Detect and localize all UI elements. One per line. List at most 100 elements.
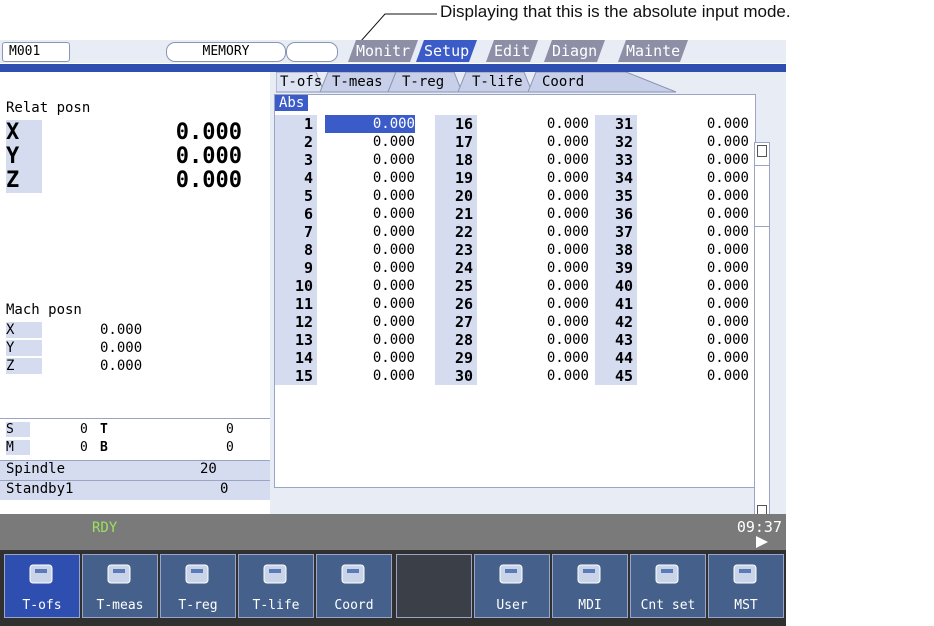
offset-value[interactable]: 0.000 (645, 295, 749, 313)
relat-value-z: 0.000 (175, 168, 242, 193)
offset-value[interactable]: 0.000 (325, 169, 415, 187)
offset-number: 16 (435, 115, 477, 133)
hand-icon (575, 561, 601, 587)
play-icon (756, 536, 768, 548)
s-value: 0 (80, 422, 88, 437)
offset-value[interactable]: 0.000 (645, 169, 749, 187)
softkey-label: T-ofs (22, 598, 62, 613)
offset-number: 38 (595, 241, 637, 259)
softkey-cnt-set[interactable]: Cnt set (630, 554, 706, 618)
offset-value[interactable]: 0.000 (325, 259, 415, 277)
offset-number: 5 (275, 187, 317, 205)
softkey-label: T-reg (178, 598, 218, 613)
scrollbar[interactable] (754, 142, 770, 520)
offset-number: 3 (275, 151, 317, 169)
offset-value[interactable]: 0.000 (485, 331, 589, 349)
offset-value[interactable]: 0.000 (325, 205, 415, 223)
offset-value[interactable]: 0.000 (645, 277, 749, 295)
tool-life-icon (261, 561, 287, 587)
subtab-t-life[interactable]: T-life (472, 72, 523, 92)
offset-value[interactable]: 0.000 (645, 313, 749, 331)
offset-value[interactable]: 0.000 (485, 151, 589, 169)
offset-number: 7 (275, 223, 317, 241)
tool-measure-icon (105, 561, 131, 587)
offset-value[interactable]: 0.000 (485, 277, 589, 295)
spindle-value: 20 (200, 461, 217, 477)
offset-value[interactable]: 0.000 (325, 187, 415, 205)
offset-value[interactable]: 0.000 (485, 367, 589, 385)
offset-number: 45 (595, 367, 637, 385)
softkey-user[interactable]: User (474, 554, 550, 618)
offset-table: Abs 1 0.000 2 0.000 3 0.000 4 0.000 5 0.000 6 0.000… (274, 94, 756, 488)
offset-value[interactable]: 0.000 (645, 205, 749, 223)
counter-set-icon (653, 561, 679, 587)
offset-value[interactable]: 0.000 (325, 313, 415, 331)
b-label: B (100, 440, 108, 455)
offset-value[interactable]: 0.000 (485, 349, 589, 367)
softkey-label: Cnt set (640, 598, 696, 613)
softkey-t-reg[interactable]: T-reg (160, 554, 236, 618)
offset-value[interactable]: 0.000 (485, 313, 589, 331)
offset-number: 1 (275, 115, 317, 133)
offset-value[interactable]: 0.000 (645, 331, 749, 349)
subtab-t-reg[interactable]: T-reg (402, 72, 444, 92)
softkey-label: MST (734, 598, 758, 613)
offset-value[interactable]: 0.000 (645, 187, 749, 205)
offset-value[interactable]: 0.000 (485, 169, 589, 187)
softkey-coord[interactable]: Coord (316, 554, 392, 618)
offset-value[interactable]: 0.000 (325, 223, 415, 241)
m-label: M (6, 440, 30, 455)
offset-number: 41 (595, 295, 637, 313)
offset-value[interactable]: 0.000 (645, 349, 749, 367)
offset-value[interactable]: 0.000 (485, 241, 589, 259)
offset-number: 12 (275, 313, 317, 331)
offset-value[interactable]: 0.000 (325, 241, 415, 259)
offset-value[interactable]: 0.000 (325, 151, 415, 169)
offset-value[interactable]: 0.000 (325, 115, 415, 133)
offset-value[interactable]: 0.000 (485, 295, 589, 313)
offset-value[interactable]: 0.000 (485, 223, 589, 241)
tool-offset-panel: T-ofs T-meas T-reg T-life Coord Abs 1 0.0… (270, 72, 786, 544)
offset-number: 36 (595, 205, 637, 223)
softkey-t-life[interactable]: T-life (238, 554, 314, 618)
offset-value[interactable]: 0.000 (645, 223, 749, 241)
t-value: 0 (226, 422, 234, 437)
subtab-coord[interactable]: Coord (542, 72, 584, 92)
offset-value[interactable]: 0.000 (485, 205, 589, 223)
offset-value[interactable]: 0.000 (325, 331, 415, 349)
scroll-up-icon[interactable] (757, 145, 767, 157)
mst-icon (731, 561, 757, 587)
softkey-label: T-meas (96, 598, 144, 613)
tab-monitr[interactable]: Monitr (347, 40, 419, 62)
offset-value[interactable]: 0.000 (485, 133, 589, 151)
offset-number: 20 (435, 187, 477, 205)
softkey-t-meas[interactable]: T-meas (82, 554, 158, 618)
offset-number: 34 (595, 169, 637, 187)
offset-value[interactable]: 0.000 (325, 367, 415, 385)
softkey-mst[interactable]: MST (708, 554, 784, 618)
softkey-t-ofs[interactable]: T-ofs (4, 554, 80, 618)
subtab-t-meas[interactable]: T-meas (332, 72, 383, 92)
softkey-mdi[interactable]: MDI (552, 554, 628, 618)
offset-value[interactable]: 0.000 (645, 151, 749, 169)
offset-value[interactable]: 0.000 (645, 367, 749, 385)
offset-value[interactable]: 0.000 (325, 133, 415, 151)
tab-mainte[interactable]: Mainte (617, 40, 689, 62)
offset-value[interactable]: 0.000 (645, 115, 749, 133)
scroll-thumb[interactable] (755, 165, 769, 227)
offset-value[interactable]: 0.000 (645, 259, 749, 277)
offset-value[interactable]: 0.000 (485, 259, 589, 277)
subtab-t-ofs[interactable]: T-ofs (280, 72, 322, 92)
tab-edit[interactable]: Edit (485, 40, 539, 62)
offset-number: 32 (595, 133, 637, 151)
offset-value[interactable]: 0.000 (325, 277, 415, 295)
offset-value[interactable]: 0.000 (325, 295, 415, 313)
tab-setup[interactable]: Setup (415, 40, 478, 62)
offset-value[interactable]: 0.000 (325, 349, 415, 367)
offset-value[interactable]: 0.000 (485, 115, 589, 133)
offset-value[interactable]: 0.000 (645, 133, 749, 151)
tab-diagn[interactable]: Diagn (543, 40, 606, 62)
offset-value[interactable]: 0.000 (485, 187, 589, 205)
offset-value[interactable]: 0.000 (645, 241, 749, 259)
offset-number: 4 (275, 169, 317, 187)
